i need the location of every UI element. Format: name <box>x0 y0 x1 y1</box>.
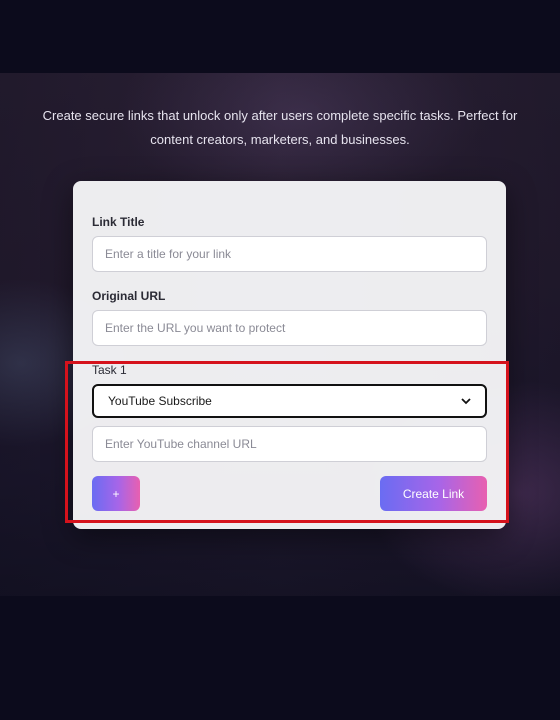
create-link-form: Link Title Original URL Task 1 YouTube S… <box>73 181 506 529</box>
create-link-button[interactable]: Create Link <box>380 476 487 511</box>
task-url-input[interactable] <box>92 426 487 462</box>
hero-subtitle: Create secure links that unlock only aft… <box>42 108 518 147</box>
link-title-input[interactable] <box>92 236 487 272</box>
original-url-input[interactable] <box>92 310 487 346</box>
link-title-label: Link Title <box>92 215 145 229</box>
add-task-button[interactable]: + <box>92 476 140 511</box>
task-type-selected-value: YouTube Subscribe <box>108 394 212 408</box>
add-task-label: + <box>112 486 120 501</box>
chevron-down-icon <box>461 398 471 405</box>
task-type-select[interactable]: YouTube Subscribe <box>92 384 487 418</box>
task-1-label: Task 1 <box>92 363 127 377</box>
original-url-label: Original URL <box>92 289 166 303</box>
create-link-label: Create Link <box>402 486 465 501</box>
